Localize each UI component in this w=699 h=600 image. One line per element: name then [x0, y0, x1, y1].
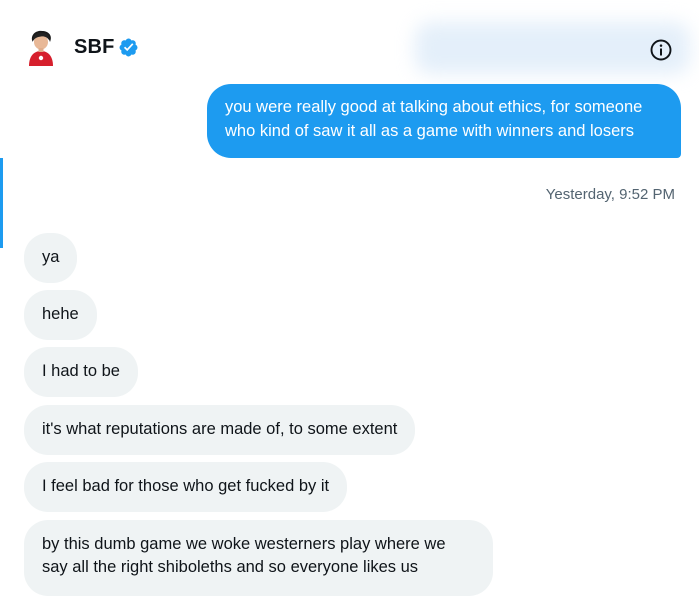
- info-icon[interactable]: [649, 38, 673, 62]
- message-timestamp: Yesterday, 9:52 PM: [545, 186, 675, 203]
- received-message[interactable]: I feel bad for those who get fucked by i…: [24, 462, 348, 512]
- sent-message[interactable]: you were really good at talking about et…: [207, 84, 681, 158]
- received-message[interactable]: it's what reputations are made of, to so…: [24, 405, 416, 455]
- conversation-header: SBF: [0, 0, 699, 90]
- received-message[interactable]: by this dumb game we woke westerners pla…: [24, 520, 493, 596]
- received-message[interactable]: ya: [24, 233, 78, 283]
- received-message[interactable]: hehe: [24, 290, 97, 340]
- contact-name: SBF: [74, 36, 115, 58]
- dm-conversation-view: SBF you were really good at talking abou…: [0, 0, 699, 600]
- verified-badge-icon: [119, 38, 138, 57]
- received-message[interactable]: I had to be: [24, 347, 138, 397]
- selection-indicator: [0, 158, 3, 248]
- conversation-title[interactable]: SBF: [74, 36, 139, 59]
- avatar-icon[interactable]: [26, 30, 56, 66]
